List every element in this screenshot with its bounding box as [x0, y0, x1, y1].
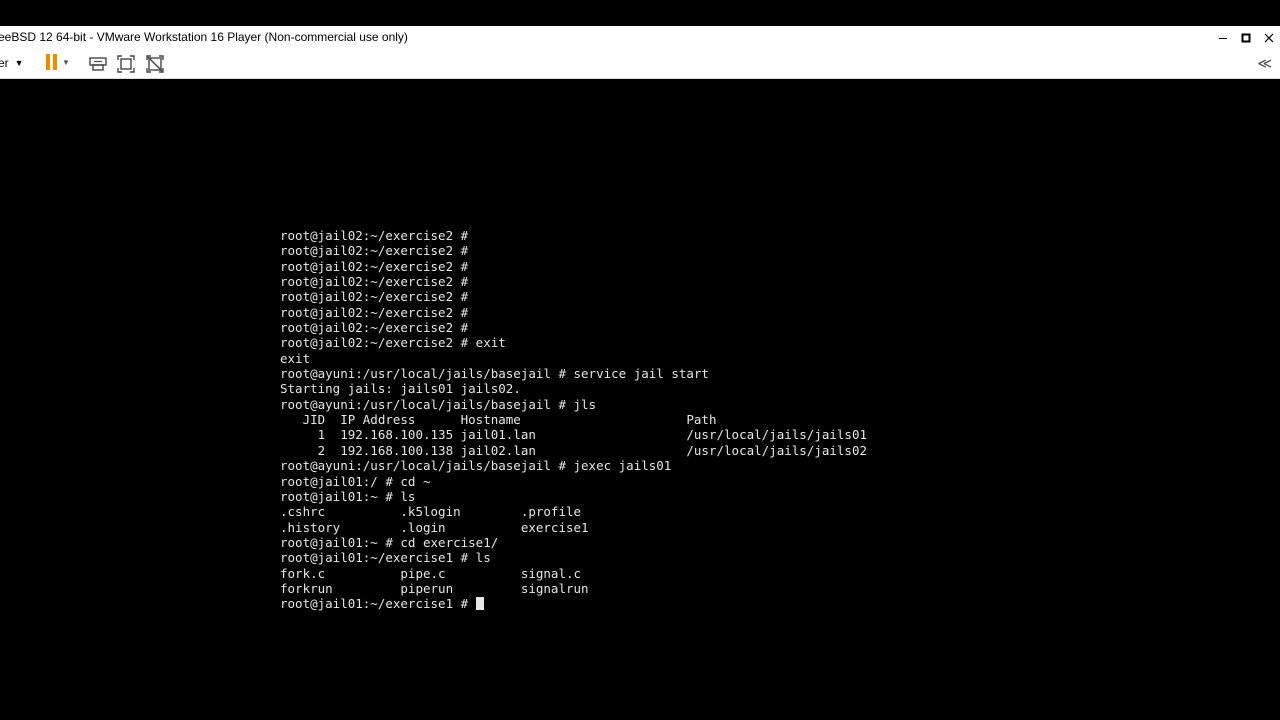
- terminal-prompt: root@jail01:~/exercise1 #: [280, 596, 476, 612]
- maximize-button[interactable]: [1234, 26, 1257, 49]
- player-menu-button[interactable]: er ▼: [0, 56, 24, 70]
- terminal-line: 1 192.168.100.135 jail01.lan /usr/local/…: [280, 427, 867, 443]
- vm-console[interactable]: root@jail02:~/exercise2 # root@jail02:~/e…: [0, 80, 1280, 720]
- collapse-toolbar-icon[interactable]: ≪: [1257, 55, 1272, 72]
- terminal-line: root@jail02:~/exercise2 #: [280, 304, 469, 320]
- minimize-button[interactable]: [1211, 26, 1234, 49]
- terminal-line: root@jail02:~/exercise2 #: [280, 228, 469, 243]
- terminal-output: root@jail02:~/exercise2 # root@jail02:~/e…: [280, 228, 867, 612]
- terminal-line: root@jail02:~/exercise2 #: [280, 289, 469, 305]
- close-icon: [1264, 33, 1273, 42]
- unity-icon[interactable]: [145, 54, 165, 74]
- terminal-line: forkrun piperun signalrun: [280, 580, 589, 596]
- terminal-line: .cshrc .k5login .profile: [280, 504, 582, 520]
- desktop-top-strip: [0, 0, 1280, 26]
- terminal-line: .history .login exercise1: [280, 519, 589, 535]
- terminal-line: root@jail02:~/exercise2 # exit: [280, 335, 506, 351]
- terminal-line: root@jail01:~ # cd exercise1/: [280, 534, 499, 550]
- text-cursor: [475, 597, 484, 611]
- terminal-line: root@jail01:~ # ls: [280, 488, 416, 504]
- send-ctrl-alt-del-icon[interactable]: [88, 54, 108, 74]
- terminal-line: JID IP Address Hostname Path: [280, 412, 717, 428]
- terminal-line: root@ayuni:/usr/local/jails/basejail # s…: [280, 366, 709, 382]
- pause-icon: [46, 54, 57, 70]
- terminal-line: root@jail02:~/exercise2 #: [280, 243, 469, 259]
- pause-button[interactable]: ▼: [46, 54, 70, 70]
- player-toolbar: er ▼ ▼ ≪: [0, 49, 1280, 79]
- minimize-icon: [1218, 37, 1227, 39]
- window-title: reeBSD 12 64-bit - VMware Workstation 16…: [0, 30, 408, 44]
- terminal-line: fork.c pipe.c signal.c: [280, 565, 582, 581]
- terminal-line: root@ayuni:/usr/local/jails/basejail # j…: [280, 458, 672, 474]
- fullscreen-icon[interactable]: [116, 54, 136, 74]
- title-bar: reeBSD 12 64-bit - VMware Workstation 16…: [0, 26, 1280, 49]
- terminal-line: 2 192.168.100.138 jail02.lan /usr/local/…: [280, 442, 867, 458]
- terminal-prompt-line[interactable]: root@jail01:~/exercise1 #: [280, 596, 867, 611]
- player-menu-label: er: [0, 56, 9, 70]
- chevron-down-icon: ▼: [14, 58, 24, 68]
- terminal-line: root@jail02:~/exercise2 #: [280, 320, 469, 336]
- window-controls: [1211, 26, 1280, 49]
- terminal-line: exit: [280, 350, 311, 366]
- terminal-line: root@jail02:~/exercise2 #: [280, 274, 469, 290]
- terminal-line: root@jail01:/ # cd ~: [280, 473, 431, 489]
- vmware-player-window: reeBSD 12 64-bit - VMware Workstation 16…: [0, 26, 1280, 720]
- terminal-line: root@jail02:~/exercise2 #: [280, 258, 469, 274]
- close-button[interactable]: [1257, 26, 1280, 49]
- terminal-line: root@jail01:~/exercise1 # ls: [280, 550, 491, 566]
- terminal-line: root@ayuni:/usr/local/jails/basejail # j…: [280, 396, 597, 412]
- pause-dropdown-icon[interactable]: ▼: [62, 58, 70, 67]
- terminal-line: Starting jails: jails01 jails02.: [280, 381, 521, 397]
- maximize-icon: [1241, 33, 1250, 42]
